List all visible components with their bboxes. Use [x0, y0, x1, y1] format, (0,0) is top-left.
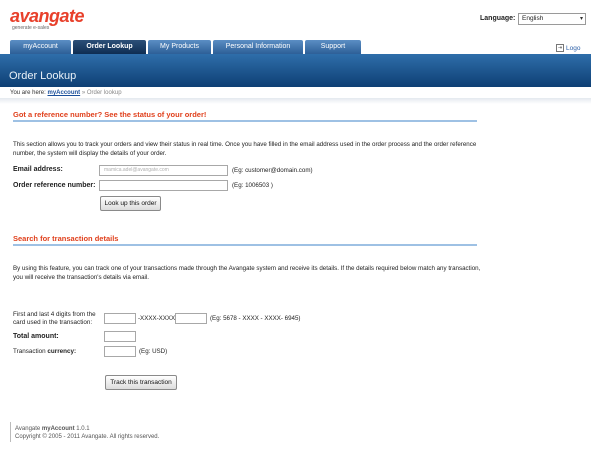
email-input[interactable]: mamica.adel@avangate.com: [99, 165, 228, 176]
tab-personal-information[interactable]: Personal Information: [213, 40, 303, 54]
logout-icon: ⇥: [556, 44, 564, 52]
card-last-digits-input[interactable]: [175, 313, 207, 324]
avangate-logo[interactable]: avangate generate e-sales: [10, 6, 85, 31]
card-middle-mask: -XXXX-XXXX-: [138, 315, 178, 322]
tab-my-products[interactable]: My Products: [148, 40, 211, 54]
total-amount-label: Total amount:: [13, 333, 59, 340]
breadcrumb-shadow: [0, 98, 591, 104]
logout-label: Logo: [566, 44, 581, 52]
logout-link[interactable]: ⇥ Logo: [556, 44, 580, 52]
order-reference-label: Order reference number:: [13, 182, 96, 189]
chevron-down-icon: ▾: [579, 16, 583, 22]
footer: Avangate myAccount 1.0.1 Copyright © 200…: [15, 425, 159, 441]
email-input-value: mamica.adel@avangate.com: [104, 167, 169, 173]
order-section-title: Got a reference number? See the status o…: [13, 110, 207, 119]
card-digits-label: First and last 4 digits from the card us…: [13, 311, 96, 327]
email-hint: (Eg: customer@domain.com): [232, 167, 313, 174]
card-digits-label-line2: card used in the transaction:: [13, 319, 93, 326]
language-label: Language:: [480, 15, 516, 22]
currency-hint: (Eg: USD): [139, 348, 168, 355]
page-banner: Order Lookup: [0, 54, 591, 87]
currency-label: Transaction currency:: [13, 348, 76, 356]
card-digits-hint: (Eg: 5678 - XXXX - XXXX- 6945): [210, 315, 301, 322]
tab-myaccount[interactable]: myAccount: [10, 40, 71, 54]
order-reference-hint: (Eg: 1006503 ): [232, 182, 273, 189]
currency-input[interactable]: [104, 346, 136, 357]
currency-label-bold: currency:: [47, 348, 77, 355]
breadcrumb-link-myaccount[interactable]: myAccount: [47, 90, 80, 96]
transaction-section-divider: [13, 244, 477, 246]
footer-version-number: 1.0.1: [74, 426, 90, 432]
breadcrumb-separator: »: [81, 90, 86, 96]
email-label: Email address:: [13, 166, 63, 173]
footer-brand: Avangate: [15, 426, 42, 432]
breadcrumb-prefix: You are here:: [10, 90, 46, 96]
tab-support[interactable]: Support: [305, 40, 361, 54]
transaction-section-description: By using this feature, you can track one…: [13, 265, 481, 281]
footer-product: myAccount: [41, 426, 75, 432]
tab-order-lookup[interactable]: Order Lookup: [73, 40, 146, 54]
language-value: English: [522, 15, 544, 22]
language-select[interactable]: English ▾: [518, 13, 586, 25]
look-up-order-button[interactable]: Look up this order: [100, 196, 161, 211]
logo-text: avangate: [10, 6, 85, 26]
order-section-description: This section allows you to track your or…: [13, 141, 477, 157]
breadcrumb: You are here: myAccount » Order lookup: [10, 90, 122, 96]
order-reference-input[interactable]: [99, 180, 228, 191]
card-digits-label-line1: First and last 4 digits from the: [13, 311, 96, 318]
footer-divider: [10, 422, 11, 442]
main-tabs: myAccount Order Lookup My Products Perso…: [10, 40, 363, 54]
footer-copyright: Copyright © 2005 - 2011 Avangate. All ri…: [15, 434, 160, 440]
total-amount-input[interactable]: [104, 331, 136, 342]
breadcrumb-current: Order lookup: [86, 90, 122, 96]
track-transaction-button[interactable]: Track this transaction: [105, 375, 177, 390]
transaction-section-title: Search for transaction details: [13, 234, 119, 243]
footer-version: Avangate myAccount 1.0.1: [15, 425, 159, 433]
order-section-divider: [13, 120, 477, 122]
page-title: Order Lookup: [9, 70, 77, 82]
card-first-digits-input[interactable]: [104, 313, 136, 324]
currency-label-prefix: Transaction: [13, 348, 48, 355]
